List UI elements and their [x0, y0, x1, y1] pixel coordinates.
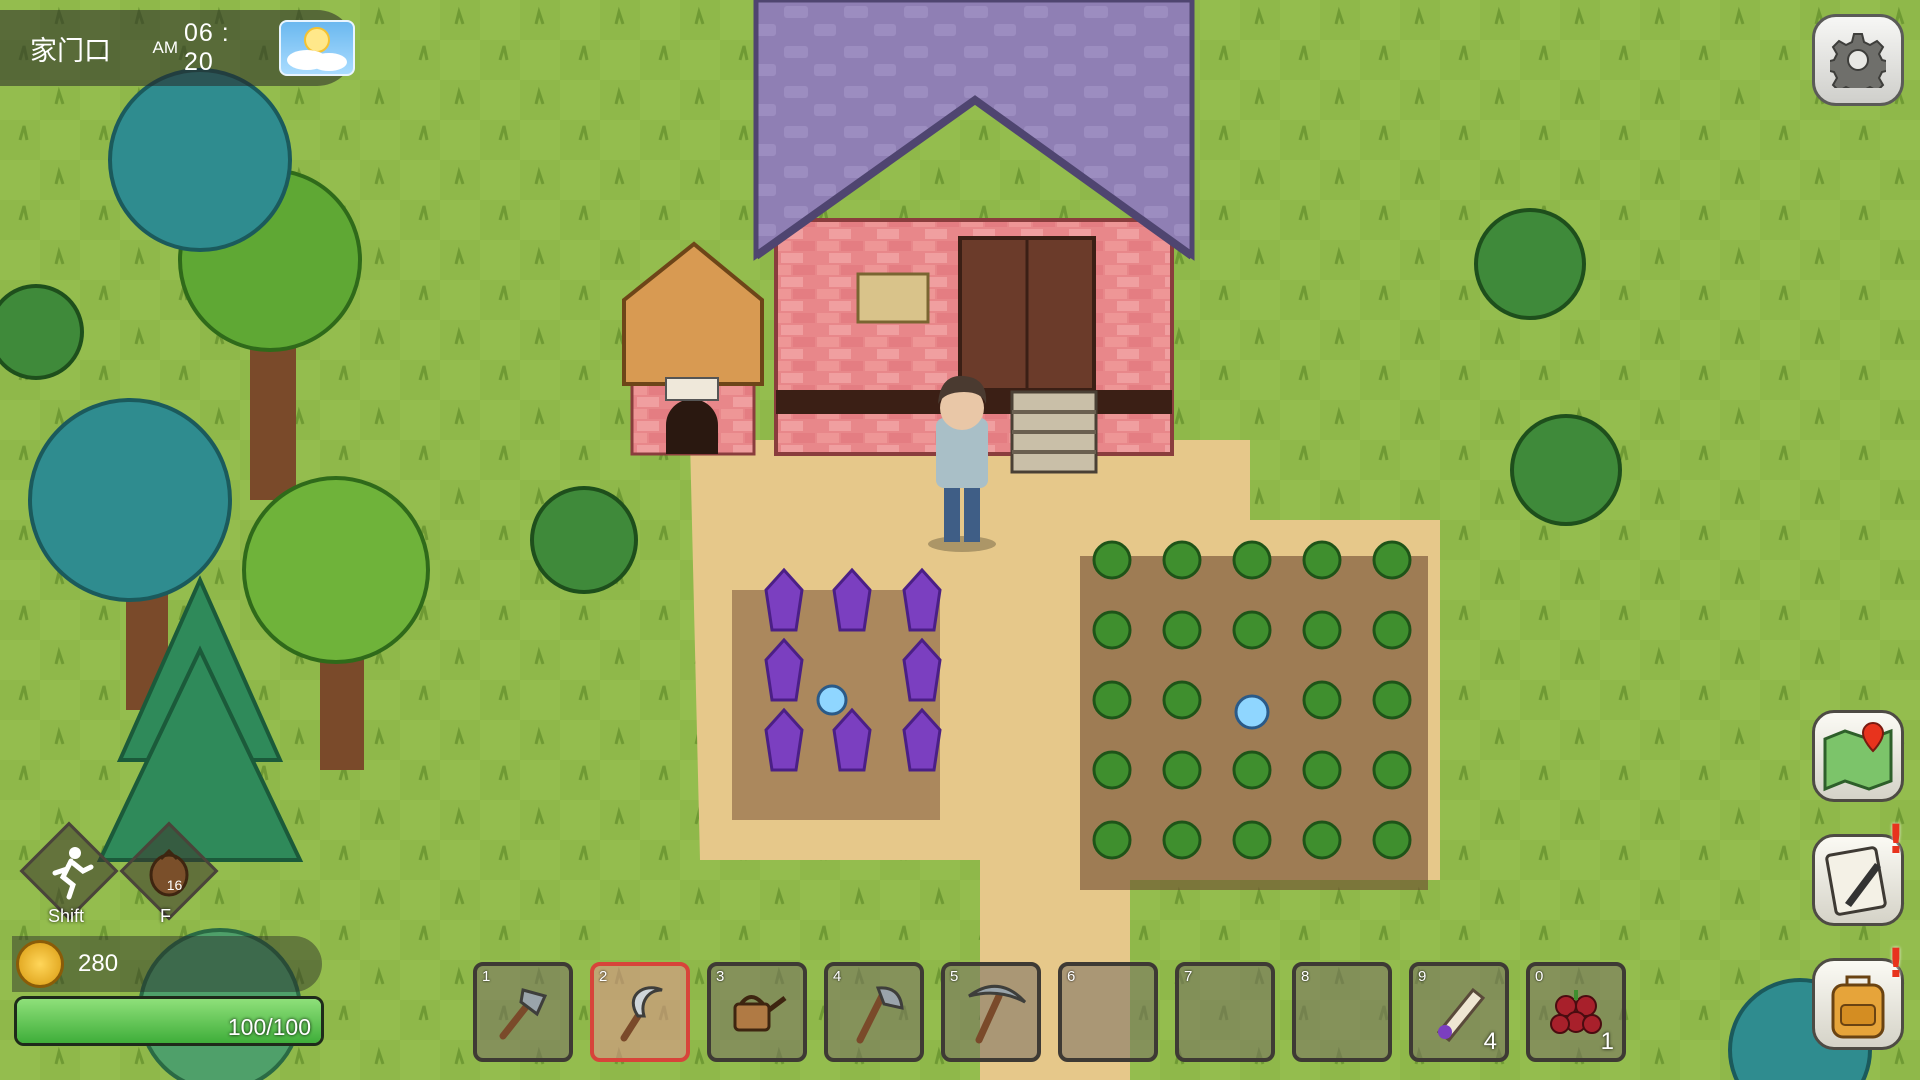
coin-icon	[16, 940, 64, 988]
seed-key-label: F	[160, 906, 171, 926]
hotbar-slot-6[interactable]: 6	[1058, 962, 1158, 1062]
slot-quantity: 4	[1483, 1028, 1497, 1055]
gear-icon	[1830, 33, 1886, 88]
slot-number: 7	[1184, 968, 1193, 985]
location-name: 家门口	[30, 35, 111, 66]
backpack-alert-icon: !	[1886, 941, 1905, 987]
hotbar-slot-4[interactable]: 4	[824, 962, 924, 1062]
journal-button[interactable]: !	[1812, 817, 1905, 926]
journal-alert-icon: !	[1886, 817, 1905, 863]
seed-count: 16	[166, 876, 183, 893]
sprint-key-label: Shift	[48, 906, 85, 926]
game-clock: 06 : 20	[183, 19, 230, 76]
slot-number: 6	[1067, 968, 1076, 985]
coin-count: 280	[78, 950, 119, 977]
hotbar: 123456789401	[473, 962, 1626, 1062]
hotbar-slot-8[interactable]: 8	[1292, 962, 1392, 1062]
map-icon	[1823, 721, 1893, 792]
backpack-button[interactable]: !	[1812, 941, 1905, 1050]
sprinkler-icon[interactable]	[816, 684, 848, 716]
hotbar-slot-2[interactable]: 2	[590, 962, 690, 1062]
game-world[interactable]	[0, 0, 1920, 1080]
location-time-panel: 家门口 AM 06 : 20	[0, 10, 355, 86]
purple-crop-field[interactable]	[732, 567, 942, 820]
running-man-icon	[52, 847, 94, 900]
coin-display: 280	[12, 936, 322, 992]
green-crop-field[interactable]	[1080, 540, 1428, 890]
slot-number: 5	[950, 968, 959, 985]
seed-pouch-icon	[149, 848, 189, 897]
hotbar-slot-9[interactable]: 94	[1409, 962, 1509, 1062]
hotbar-slot-7[interactable]: 7	[1175, 962, 1275, 1062]
slot-number: 1	[482, 968, 491, 985]
map-button[interactable]	[1812, 710, 1904, 802]
am-pm-label: AM	[152, 38, 178, 57]
hotbar-slot-1[interactable]: 1	[473, 962, 573, 1062]
slot-number: 8	[1301, 968, 1310, 985]
slot-number: 2	[599, 968, 608, 985]
slot-number: 3	[716, 968, 725, 985]
hotbar-slot-5[interactable]: 5	[941, 962, 1041, 1062]
house-sign	[856, 272, 930, 324]
sprinkler-icon[interactable]	[1234, 694, 1270, 730]
settings-button[interactable]	[1812, 14, 1904, 106]
sunny-icon	[279, 20, 355, 76]
hotbar-slot-3[interactable]: 3	[707, 962, 807, 1062]
slot-number: 4	[833, 968, 842, 985]
slot-quantity: 1	[1600, 1028, 1614, 1055]
hotbar-slot-0[interactable]: 01	[1526, 962, 1626, 1062]
health-bar: 100/100	[14, 996, 324, 1046]
slot-number: 9	[1418, 968, 1427, 985]
health-text: 100/100	[227, 1014, 311, 1040]
slot-number: 0	[1535, 968, 1544, 985]
